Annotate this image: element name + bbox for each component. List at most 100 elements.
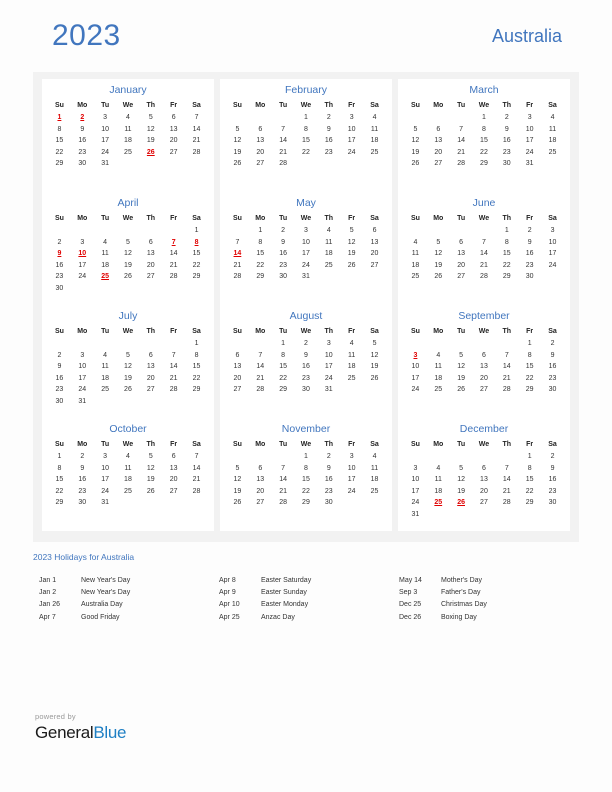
day-cell[interactable]: 18 [541,135,564,147]
day-cell[interactable]: 18 [427,486,450,498]
day-cell[interactable]: 5 [450,463,473,475]
day-cell[interactable]: 5 [363,338,386,350]
day-cell[interactable]: 7 [249,350,272,362]
day-cell[interactable]: 11 [427,361,450,373]
day-cell[interactable]: 6 [162,112,185,124]
day-cell[interactable]: 7 [162,350,185,362]
day-cell[interactable]: 6 [139,350,162,362]
day-cell[interactable]: 3 [518,112,541,124]
day-cell[interactable]: 17 [94,135,117,147]
day-cell[interactable]: 26 [117,271,140,283]
day-cell[interactable]: 16 [317,135,340,147]
day-cell[interactable]: 8 [185,350,208,362]
day-cell[interactable]: 23 [541,373,564,385]
month-card-october[interactable]: October Su Mo Tu We Th Fr Sa 1 2 3 4 5 6 7 8 9 10 11 12 13 14… [42,418,214,531]
day-cell[interactable]: 29 [48,158,71,170]
day-cell[interactable]: 17 [404,486,427,498]
day-cell[interactable]: 7 [272,124,295,136]
day-cell[interactable]: 18 [404,260,427,272]
day-cell[interactable]: 28 [185,486,208,498]
month-card-may[interactable]: May Su Mo Tu We Th Fr Sa 1 2 3 4 5 6 7 8 9 10 11 12 13 14 15 1… [220,192,392,305]
day-cell[interactable]: 19 [340,248,363,260]
day-cell[interactable]: 14 [495,361,518,373]
day-cell[interactable]: 24 [71,271,94,283]
day-cell[interactable]: 25 [541,147,564,159]
day-cell[interactable]: 7 [185,112,208,124]
day-cell[interactable]: 23 [71,147,94,159]
day-cell[interactable]: 20 [162,135,185,147]
day-cell[interactable]: 9 [317,463,340,475]
day-cell[interactable]: 13 [450,248,473,260]
day-cell[interactable]: 26 [117,384,140,396]
day-cell[interactable]: 7 [473,237,496,249]
day-cell[interactable]: 5 [450,350,473,362]
day-cell[interactable]: 27 [139,384,162,396]
day-cell[interactable]: 11 [363,463,386,475]
day-cell[interactable]: 30 [48,396,71,408]
day-cell[interactable]: 10 [94,124,117,136]
day-cell[interactable]: 6 [226,350,249,362]
day-cell[interactable]: 6 [450,237,473,249]
day-cell[interactable]: 24 [295,260,318,272]
day-cell[interactable]: 31 [94,497,117,509]
day-cell[interactable]: 1 [518,338,541,350]
day-cell[interactable]: 14 [162,361,185,373]
day-cell[interactable]: 23 [317,147,340,159]
day-cell[interactable]: 12 [117,361,140,373]
day-cell[interactable]: 10 [71,361,94,373]
day-cell[interactable]: 17 [404,373,427,385]
day-cell[interactable]: 11 [363,124,386,136]
day-cell[interactable]: 18 [427,373,450,385]
day-cell[interactable]: 8 [249,237,272,249]
day-cell[interactable]: 24 [94,147,117,159]
day-cell[interactable]: 16 [71,135,94,147]
day-cell[interactable]: 20 [363,248,386,260]
day-cell[interactable]: 22 [518,373,541,385]
day-cell[interactable]: 16 [495,135,518,147]
day-cell[interactable]: 23 [71,486,94,498]
day-cell[interactable]: 4 [317,225,340,237]
day-cell[interactable]: 30 [71,497,94,509]
day-cell[interactable]: 21 [450,147,473,159]
day-cell[interactable]: 15 [295,474,318,486]
day-cell[interactable]: 30 [295,384,318,396]
day-cell[interactable]: 28 [226,271,249,283]
day-cell[interactable]: 1 [295,112,318,124]
day-cell[interactable]: 3 [71,350,94,362]
day-cell[interactable]: 3 [94,451,117,463]
day-cell[interactable]: 21 [495,373,518,385]
day-cell[interactable]: 4 [94,350,117,362]
day-cell[interactable]: 27 [226,384,249,396]
day-cell[interactable]: 4 [404,237,427,249]
day-cell[interactable]: 22 [185,373,208,385]
day-cell[interactable]: 24 [94,486,117,498]
day-cell[interactable]: 1 [518,451,541,463]
month-card-december[interactable]: December Su Mo Tu We Th Fr Sa 1 2 3 4 5 6 7 8 9 10 11 12 13… [398,418,570,531]
day-cell[interactable]: 26 [404,158,427,170]
day-cell[interactable]: 24 [404,384,427,396]
day-cell[interactable]: 22 [295,486,318,498]
day-cell[interactable]: 25 [363,486,386,498]
day-cell[interactable]: 16 [272,248,295,260]
day-cell[interactable]: 1 [473,112,496,124]
day-cell[interactable]: 15 [48,135,71,147]
day-cell[interactable]: 20 [249,486,272,498]
day-cell[interactable]: 8 [48,124,71,136]
day-cell[interactable]: 22 [185,260,208,272]
day-cell[interactable]: 16 [48,260,71,272]
day-cell[interactable]: 23 [495,147,518,159]
day-cell[interactable]: 24 [71,384,94,396]
day-cell[interactable]: 20 [226,373,249,385]
month-card-september[interactable]: September Su Mo Tu We Th Fr Sa 1 2 3 4 5 6 7 8 9 10 11 12 1… [398,305,570,418]
day-cell[interactable]: 23 [317,486,340,498]
day-cell[interactable]: 18 [117,474,140,486]
day-cell[interactable]: 25 [363,147,386,159]
day-cell[interactable]: 22 [518,486,541,498]
day-cell[interactable]: 9 [48,361,71,373]
day-cell[interactable]: 5 [226,124,249,136]
day-cell[interactable]: 24 [404,497,427,509]
day-cell[interactable]: 15 [185,361,208,373]
day-cell[interactable]: 21 [272,486,295,498]
day-cell[interactable]: 9 [71,124,94,136]
day-cell[interactable]: 25 [317,260,340,272]
